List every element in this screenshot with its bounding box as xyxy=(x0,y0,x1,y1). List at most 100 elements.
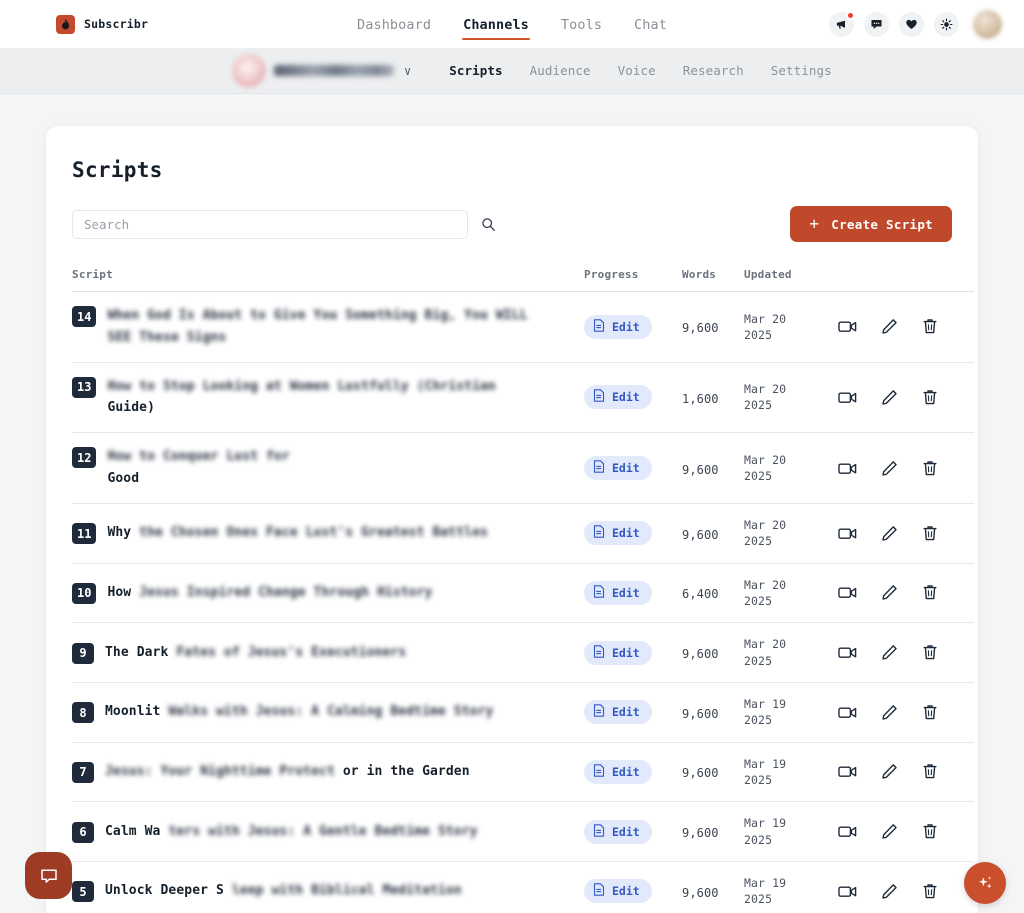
script-title-cell[interactable]: 9 The Dark Fates of Jesus's Executioners xyxy=(72,622,584,683)
table-row[interactable]: 5 Unlock Deeper S leep with Biblical Medi… xyxy=(72,861,974,913)
pencil-edit-icon[interactable] xyxy=(881,318,898,335)
user-avatar[interactable] xyxy=(973,9,1002,39)
nav-item-dashboard[interactable]: Dashboard xyxy=(357,3,431,46)
edit-status-label: Edit xyxy=(612,884,640,899)
create-script-button[interactable]: + Create Script xyxy=(790,206,952,242)
tab-settings[interactable]: Settings xyxy=(771,63,832,78)
trash-delete-icon[interactable] xyxy=(922,584,938,601)
help-chat-icon[interactable] xyxy=(25,852,72,899)
trash-delete-icon[interactable] xyxy=(922,823,938,840)
script-title[interactable]: Moonlit Walks with Jesus: A Calming Bedt… xyxy=(105,701,493,723)
nav-item-channels[interactable]: Channels xyxy=(462,3,530,46)
nav-item-tools[interactable]: Tools xyxy=(561,3,602,46)
video-camera-icon[interactable] xyxy=(838,319,857,334)
pencil-edit-icon[interactable] xyxy=(881,763,898,780)
video-camera-icon[interactable] xyxy=(838,461,857,476)
updated-date: Mar 19 2025 xyxy=(744,875,787,907)
script-title[interactable]: Unlock Deeper S leep with Biblical Medit… xyxy=(105,880,462,902)
script-title-cell[interactable]: 13 How to Stop Looking at Women Lustfully… xyxy=(72,362,584,434)
word-count: 9,600 xyxy=(682,462,719,477)
video-camera-icon[interactable] xyxy=(838,526,857,541)
progress-cell: Edit xyxy=(584,432,682,504)
edit-status-badge[interactable]: Edit xyxy=(584,879,652,904)
video-camera-icon[interactable] xyxy=(838,645,857,660)
edit-status-badge[interactable]: Edit xyxy=(584,700,652,725)
video-camera-icon[interactable] xyxy=(838,705,857,720)
script-title-cell[interactable]: 7 Jesus: Your Nighttime Protect or in the… xyxy=(72,742,584,803)
table-row[interactable]: 9 The Dark Fates of Jesus's Executioners E… xyxy=(72,622,974,683)
trash-delete-icon[interactable] xyxy=(922,883,938,900)
channel-selector[interactable]: ∨ xyxy=(232,53,411,88)
script-title-cell[interactable]: 10 How Jesus Inspired Change Through Hist… xyxy=(72,563,584,624)
edit-status-badge[interactable]: Edit xyxy=(584,385,652,410)
video-camera-icon[interactable] xyxy=(838,824,857,839)
table-row[interactable]: 11 Why the Chosen Ones Face Lust's Greate… xyxy=(72,503,974,564)
table-row[interactable]: 7 Jesus: Your Nighttime Protect or in the… xyxy=(72,742,974,803)
edit-status-badge[interactable]: Edit xyxy=(584,580,652,605)
table-row[interactable]: 13 How to Stop Looking at Women Lustfully… xyxy=(72,362,974,434)
script-title-cell[interactable]: 8 Moonlit Walks with Jesus: A Calming Bed… xyxy=(72,682,584,743)
edit-status-badge[interactable]: Edit xyxy=(584,456,652,481)
video-camera-icon[interactable] xyxy=(838,764,857,779)
script-title[interactable]: The Dark Fates of Jesus's Executioners xyxy=(105,642,406,664)
page-title: Scripts xyxy=(72,158,163,182)
script-title-part: Unlock Deeper S xyxy=(105,883,224,899)
sparkles-icon[interactable] xyxy=(964,862,1006,904)
video-camera-icon[interactable] xyxy=(838,884,857,899)
chevron-down-icon[interactable]: ∨ xyxy=(404,65,411,77)
script-title-cell[interactable]: 6 Calm Wa ters with Jesus: A Gentle Bedti… xyxy=(72,801,584,862)
script-number-badge: 5 xyxy=(72,881,94,903)
script-title[interactable]: How Jesus Inspired Change Through Histor… xyxy=(107,582,432,604)
edit-status-badge[interactable]: Edit xyxy=(584,640,652,665)
pencil-edit-icon[interactable] xyxy=(881,704,898,721)
edit-status-badge[interactable]: Edit xyxy=(584,759,652,784)
table-row[interactable]: 12 How to Conquer Lust for Good Edit 9,600 Ma… xyxy=(72,432,974,504)
edit-status-badge[interactable]: Edit xyxy=(584,819,652,844)
video-camera-icon[interactable] xyxy=(838,585,857,600)
brand-logo[interactable]: Subscribr xyxy=(56,14,148,34)
trash-delete-icon[interactable] xyxy=(922,389,938,406)
trash-delete-icon[interactable] xyxy=(922,460,938,477)
pencil-edit-icon[interactable] xyxy=(881,883,898,900)
table-row[interactable]: 6 Calm Wa ters with Jesus: A Gentle Bedti… xyxy=(72,801,974,862)
nav-item-chat[interactable]: Chat xyxy=(634,3,667,46)
script-title-cell[interactable]: 11 Why the Chosen Ones Face Lust's Greate… xyxy=(72,503,584,564)
table-row[interactable]: 10 How Jesus Inspired Change Through Hist… xyxy=(72,563,974,624)
pencil-edit-icon[interactable] xyxy=(881,460,898,477)
chat-bubble-icon[interactable] xyxy=(864,11,889,37)
megaphone-icon[interactable] xyxy=(829,11,854,37)
script-title[interactable]: Calm Wa ters with Jesus: A Gentle Bedtim… xyxy=(105,821,478,843)
script-title-cell[interactable]: 12 How to Conquer Lust for Good xyxy=(72,432,584,504)
edit-status-badge[interactable]: Edit xyxy=(584,521,652,546)
script-title-cell[interactable]: 14 When God Is About to Give You Somethin… xyxy=(72,291,584,363)
script-title[interactable]: When God Is About to Give You Something … xyxy=(107,305,527,349)
script-title[interactable]: How to Conquer Lust for Good xyxy=(107,446,289,490)
pencil-edit-icon[interactable] xyxy=(881,525,898,542)
tab-scripts[interactable]: Scripts xyxy=(449,63,502,78)
pencil-edit-icon[interactable] xyxy=(881,389,898,406)
tab-research[interactable]: Research xyxy=(683,63,744,78)
pencil-edit-icon[interactable] xyxy=(881,584,898,601)
video-camera-icon[interactable] xyxy=(838,390,857,405)
search-input[interactable] xyxy=(72,209,468,239)
heart-icon[interactable] xyxy=(899,11,924,37)
script-title[interactable]: Jesus: Your Nighttime Protect or in the … xyxy=(105,761,470,783)
tab-voice[interactable]: Voice xyxy=(618,63,656,78)
trash-delete-icon[interactable] xyxy=(922,704,938,721)
script-title[interactable]: Why the Chosen Ones Face Lust's Greatest… xyxy=(107,522,488,544)
trash-delete-icon[interactable] xyxy=(922,763,938,780)
trash-delete-icon[interactable] xyxy=(922,644,938,661)
search-icon[interactable] xyxy=(481,217,496,232)
script-title[interactable]: How to Stop Looking at Women Lustfully (… xyxy=(107,376,495,420)
table-row[interactable]: 14 When God Is About to Give You Somethin… xyxy=(72,291,974,363)
pencil-edit-icon[interactable] xyxy=(881,823,898,840)
trash-delete-icon[interactable] xyxy=(922,318,938,335)
script-title-cell[interactable]: 5 Unlock Deeper S leep with Biblical Medi… xyxy=(72,861,584,913)
edit-status-badge[interactable]: Edit xyxy=(584,314,652,339)
tab-audience[interactable]: Audience xyxy=(530,63,591,78)
trash-delete-icon[interactable] xyxy=(922,525,938,542)
column-header-actions xyxy=(824,268,974,292)
table-row[interactable]: 8 Moonlit Walks with Jesus: A Calming Bed… xyxy=(72,682,974,743)
pencil-edit-icon[interactable] xyxy=(881,644,898,661)
theme-sun-icon[interactable] xyxy=(934,11,959,37)
